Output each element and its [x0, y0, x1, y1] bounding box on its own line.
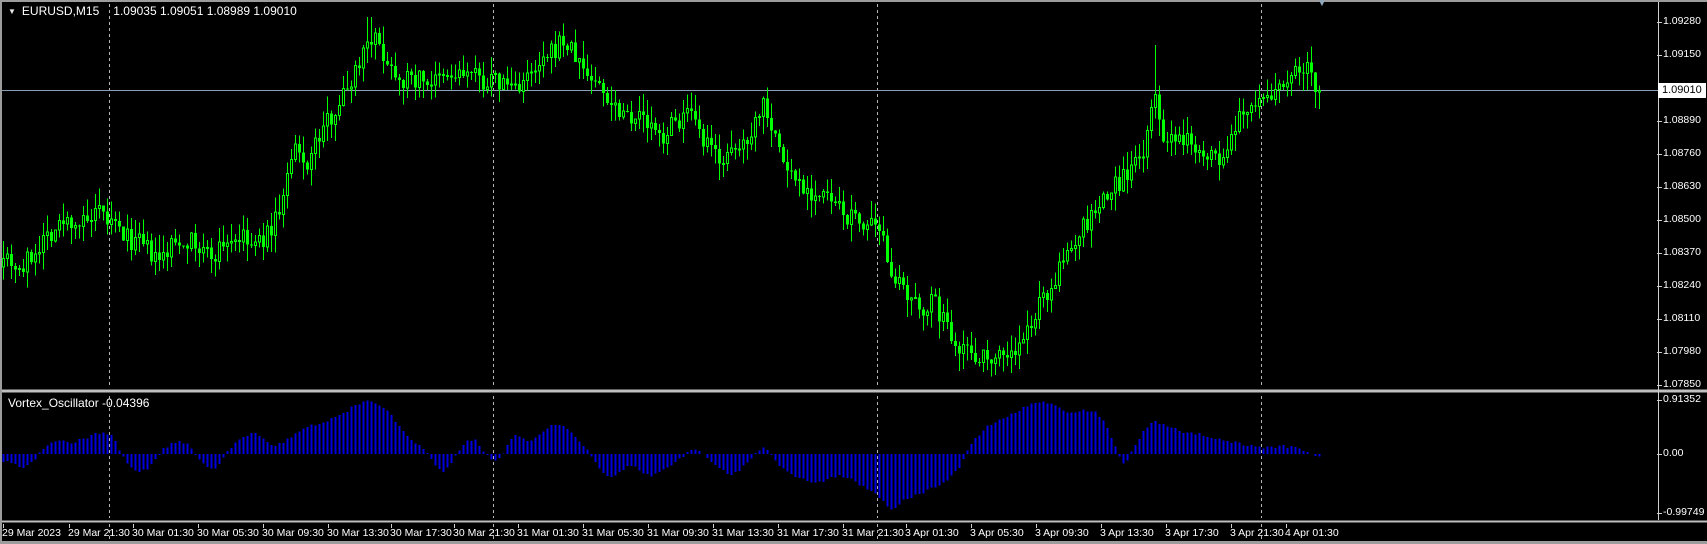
time-label: 3 Apr 17:30 [1165, 527, 1219, 539]
axis-label: 1.08370 [1663, 246, 1701, 259]
time-label: 3 Apr 13:30 [1100, 527, 1154, 539]
axis-label: 1.08760 [1663, 147, 1701, 160]
panel-separator-bottom[interactable] [0, 520, 1707, 523]
window-border-left [0, 0, 2, 544]
axis-tick [1657, 154, 1662, 155]
axis-tick [1657, 400, 1662, 401]
axis-label: -0.99749 [1663, 506, 1704, 519]
axis-label: 1.09280 [1663, 15, 1701, 28]
current-price-tag: 1.09010 [1658, 83, 1706, 98]
axis-tick [1657, 55, 1662, 56]
time-label: 30 Mar 17:30 [390, 527, 452, 539]
panel-separator-top[interactable] [0, 389, 1707, 393]
axis-tick [1657, 187, 1662, 188]
axis-label: 1.08110 [1663, 312, 1700, 325]
axis-tick [1657, 513, 1662, 514]
time-label: 3 Apr 21:30 [1230, 527, 1284, 539]
time-label: 30 Mar 05:30 [197, 527, 259, 539]
axis-tick [1657, 121, 1662, 122]
time-label: 30 Mar 13:30 [327, 527, 389, 539]
time-label: 31 Mar 21:30 [842, 527, 904, 539]
symbol-label: EURUSD,M15 [22, 4, 99, 18]
symbol-header: ▼ EURUSD,M15 1.09035 1.09051 1.08989 1.0… [8, 4, 297, 18]
axis-label: 0.00 [1663, 447, 1683, 460]
axis-tick [1657, 220, 1662, 221]
time-label: 30 Mar 21:30 [453, 527, 515, 539]
chart-canvas[interactable] [0, 0, 1707, 544]
time-label: 3 Apr 05:30 [970, 527, 1024, 539]
time-label: 3 Apr 09:30 [1035, 527, 1089, 539]
axis-label: 1.09150 [1663, 48, 1701, 61]
time-label: 31 Mar 01:30 [517, 527, 579, 539]
indicator-header: Vortex_Oscillator -0.04396 [8, 396, 149, 410]
time-label: 30 Mar 09:30 [262, 527, 324, 539]
ohlc-quotes: 1.09035 1.09051 1.08989 1.09010 [113, 4, 297, 18]
axis-tick [1657, 319, 1662, 320]
price-axis-border [1658, 2, 1659, 520]
axis-label: 1.08630 [1663, 180, 1701, 193]
indicator-value: -0.04396 [102, 396, 149, 410]
time-label: 4 Apr 01:30 [1285, 527, 1339, 539]
time-label: 3 Apr 01:30 [905, 527, 959, 539]
axis-tick [1657, 352, 1662, 353]
axis-tick [1657, 454, 1662, 455]
time-label: 31 Mar 09:30 [647, 527, 709, 539]
window-marker-icon: ▼ [8, 7, 16, 16]
axis-tick [1657, 253, 1662, 254]
mt4-chart-window: ▼ EURUSD,M15 1.09035 1.09051 1.08989 1.0… [0, 0, 1707, 544]
axis-label: 0.91352 [1663, 393, 1701, 406]
time-label: 30 Mar 01:30 [132, 527, 194, 539]
axis-label: 1.07980 [1663, 345, 1701, 358]
axis-tick [1657, 385, 1662, 386]
axis-tick [1657, 22, 1662, 23]
time-label: 29 Mar 21:30 [68, 527, 130, 539]
axis-label: 1.07850 [1663, 378, 1701, 391]
axis-label: 1.08240 [1663, 279, 1701, 292]
time-label: 29 Mar 2023 [2, 527, 61, 539]
axis-tick [1657, 286, 1662, 287]
axis-label: 1.08890 [1663, 114, 1701, 127]
time-label: 31 Mar 13:30 [712, 527, 774, 539]
time-label: 31 Mar 17:30 [777, 527, 839, 539]
window-border-top [0, 0, 1707, 2]
time-label: 31 Mar 05:30 [582, 527, 644, 539]
indicator-name: Vortex_Oscillator [8, 396, 99, 410]
axis-label: 1.08500 [1663, 213, 1701, 226]
chart-shift-marker-icon[interactable]: ▼ [1317, 0, 1327, 10]
